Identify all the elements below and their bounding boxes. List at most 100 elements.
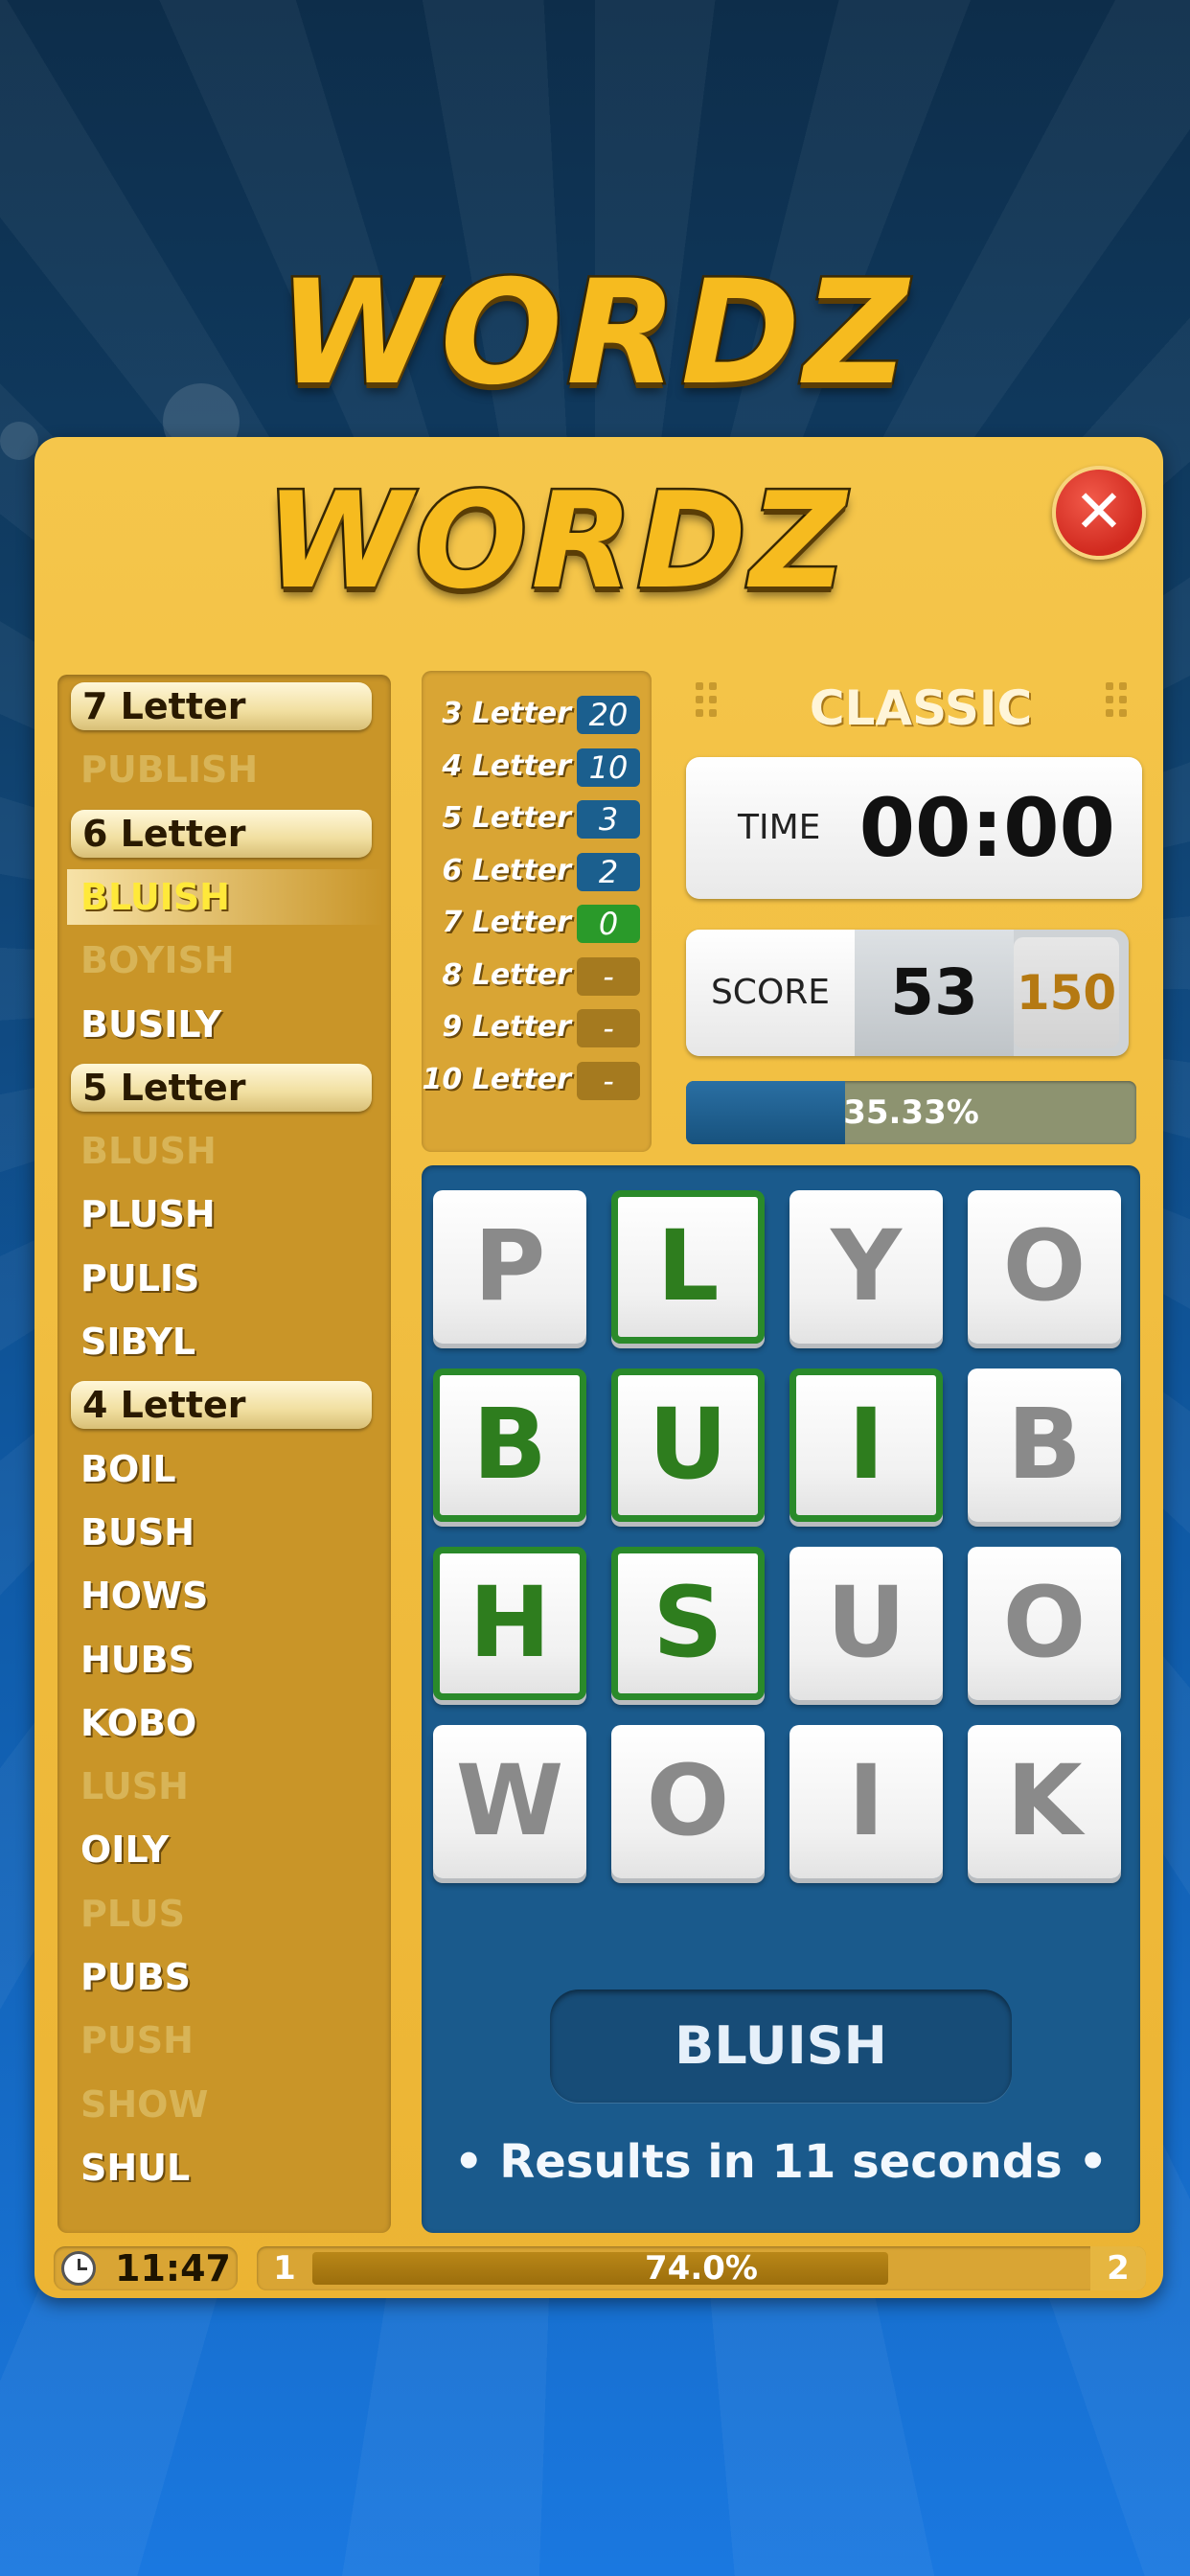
letter-tile[interactable]: B: [433, 1368, 586, 1522]
word-group-label: 7 Letter: [71, 682, 372, 730]
word-list-item: BOIL: [57, 1438, 391, 1501]
letter-tile[interactable]: W: [433, 1725, 586, 1878]
word-text[interactable]: PLUS: [80, 1882, 185, 1945]
word-group-header: 5 Letter: [57, 1056, 391, 1119]
results-countdown-text: • Results in 11 seconds •: [453, 2135, 1109, 2189]
word-group-header: 6 Letter: [57, 802, 391, 865]
letter-tile[interactable]: U: [611, 1368, 765, 1522]
word-list-item: SHUL: [57, 2136, 391, 2199]
letter-count-label: 7 Letter: [442, 906, 571, 939]
word-text[interactable]: PUBLISH: [80, 738, 258, 801]
word-list-item: HUBS: [57, 1628, 391, 1691]
letter-tile[interactable]: O: [968, 1547, 1121, 1700]
score-label: SCORE: [686, 930, 855, 1056]
word-text[interactable]: PUSH: [80, 2009, 194, 2072]
word-text[interactable]: BUSILY: [80, 993, 221, 1056]
word-group-header: 7 Letter: [57, 675, 391, 738]
word-text[interactable]: SIBYL: [80, 1310, 195, 1373]
letter-count-value: 0: [577, 905, 640, 943]
word-list-item: HOWS: [57, 1564, 391, 1627]
score-display: SCORE 53 150: [686, 930, 1129, 1056]
time-value: 00:00: [858, 781, 1115, 875]
word-list-item: LUSH: [57, 1755, 391, 1818]
word-text[interactable]: OILY: [80, 1818, 169, 1881]
time-display: TIME 00:00: [686, 757, 1142, 899]
word-text[interactable]: SHOW: [80, 2073, 208, 2136]
letter-count-label: 8 Letter: [442, 957, 571, 992]
letter-count-value: 3: [577, 800, 640, 839]
letter-count-table: 3 Letter 20 4 Letter 10 5 Letter 3 6 Letter 2 7 …: [422, 671, 652, 1152]
letter-tile[interactable]: Y: [790, 1190, 943, 1344]
results-dialog: WORDZ ✕ 7 Letter PUBLISH 6 Letter BLUISH BOY…: [34, 437, 1163, 2298]
word-group-label: 6 Letter: [71, 809, 372, 858]
score-progress-text: 35.33%: [843, 1093, 979, 1132]
word-text[interactable]: BLUSH: [80, 1119, 217, 1183]
word-list[interactable]: 7 Letter PUBLISH 6 Letter BLUISH BOYISH BUSIL…: [57, 675, 391, 2233]
letter-count-row: 8 Letter -: [422, 950, 652, 1001]
letter-count-value: 20: [577, 696, 640, 734]
game-mode-label: CLASSIC: [809, 680, 1033, 736]
letter-tile[interactable]: H: [433, 1547, 586, 1700]
letter-count-row: 9 Letter -: [422, 1001, 652, 1053]
current-word-display: BLUISH: [550, 1990, 1012, 2103]
letter-tile[interactable]: I: [790, 1368, 943, 1522]
word-group-header: 4 Letter: [57, 1373, 391, 1437]
word-text[interactable]: HOWS: [80, 1564, 208, 1627]
max-score-value: 150: [1014, 937, 1119, 1048]
word-text[interactable]: HUBS: [80, 1628, 195, 1691]
clock-display: 11:47: [54, 2246, 238, 2290]
background-bubble: [0, 422, 38, 460]
word-list-item: SIBYL: [57, 1310, 391, 1373]
letter-count-row: 6 Letter 2: [422, 845, 652, 897]
level-progress-text: 74.0%: [645, 2249, 758, 2288]
word-list-item: SHOW: [57, 2073, 391, 2136]
score-progress-bar: 35.33%: [686, 1081, 1136, 1144]
letter-tile[interactable]: U: [790, 1547, 943, 1700]
word-text[interactable]: BOYISH: [80, 929, 235, 992]
word-text[interactable]: SHUL: [80, 2136, 190, 2199]
word-text[interactable]: PLUSH: [80, 1183, 216, 1246]
word-text[interactable]: PUBS: [80, 1945, 191, 2009]
word-list-item: PLUSH: [57, 1183, 391, 1246]
time-label: TIME: [738, 808, 821, 847]
word-list-item: PULIS: [57, 1247, 391, 1310]
word-text[interactable]: BLUISH: [80, 865, 230, 929]
level-progress-bar: 1 74.0% 2: [257, 2246, 1146, 2290]
letter-tile[interactable]: S: [611, 1547, 765, 1700]
letter-count-label: 4 Letter: [442, 748, 571, 783]
clock-time: 11:47: [115, 2247, 231, 2289]
clock-icon: [61, 2251, 96, 2286]
letter-count-row: 10 Letter -: [422, 1054, 652, 1106]
level-end: 2: [1090, 2246, 1146, 2290]
word-text[interactable]: PULIS: [80, 1247, 199, 1310]
word-text[interactable]: LUSH: [80, 1755, 189, 1818]
letter-count-row: 7 Letter 0: [422, 897, 652, 949]
letter-tile[interactable]: I: [790, 1725, 943, 1878]
letter-board[interactable]: BLUISH • Results in 11 seconds • PLYOBUI…: [422, 1165, 1140, 2233]
word-list-item: BUSH: [57, 1501, 391, 1564]
letter-count-row: 3 Letter 20: [422, 688, 652, 740]
word-list-item: PLUS: [57, 1882, 391, 1945]
letter-count-label: 6 Letter: [442, 853, 571, 887]
letter-tile[interactable]: L: [611, 1190, 765, 1344]
word-list-item: BLUSH: [57, 1119, 391, 1183]
word-list-item: OILY: [57, 1818, 391, 1881]
letter-tile[interactable]: O: [968, 1190, 1121, 1344]
word-text[interactable]: BUSH: [80, 1501, 195, 1564]
app-logo: WORDZ: [276, 250, 912, 417]
letter-tile[interactable]: O: [611, 1725, 765, 1878]
letter-tile[interactable]: P: [433, 1190, 586, 1344]
letter-count-value: 2: [577, 852, 640, 891]
word-list-item: PUSH: [57, 2009, 391, 2072]
close-button[interactable]: ✕: [1052, 466, 1146, 560]
word-text[interactable]: KOBO: [80, 1691, 196, 1755]
letter-count-label: 9 Letter: [442, 1010, 571, 1044]
word-list-item: KOBO: [57, 1691, 391, 1755]
letter-count-value: -: [577, 1061, 640, 1100]
word-group-label: 5 Letter: [71, 1063, 372, 1112]
word-list-item: PUBLISH: [57, 738, 391, 801]
word-text[interactable]: BOIL: [80, 1438, 176, 1501]
letter-tile[interactable]: K: [968, 1725, 1121, 1878]
word-list-item: BUSILY: [57, 993, 391, 1056]
letter-tile[interactable]: B: [968, 1368, 1121, 1522]
